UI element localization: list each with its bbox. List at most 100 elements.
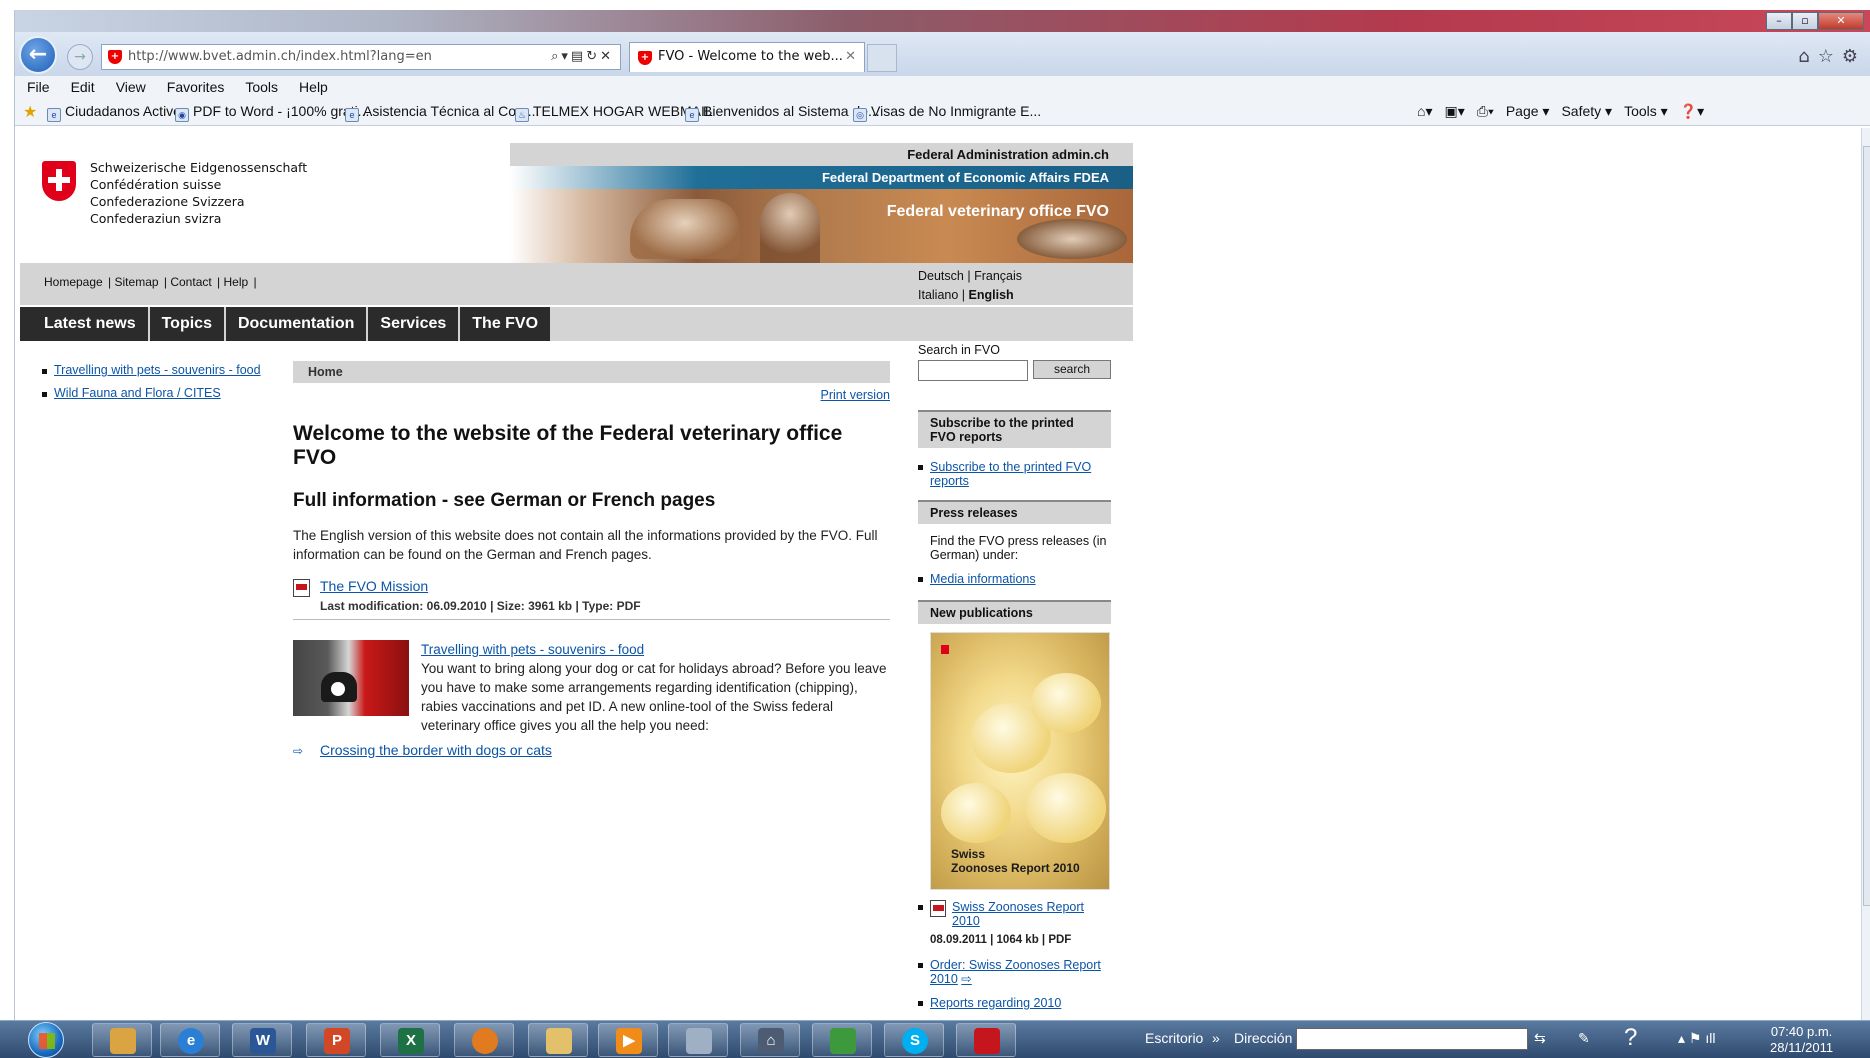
crossing-border-link[interactable]: Crossing the border with dogs or cats — [320, 742, 552, 758]
window-controls: – ▫ ✕ — [1766, 12, 1864, 30]
address-tools-icons[interactable]: ⌕▾▤↻✕ — [551, 45, 614, 69]
scrollbar-thumb[interactable] — [1863, 146, 1870, 906]
go-icon[interactable]: ⇆ — [1534, 1030, 1546, 1047]
tab-fvo[interactable]: + FVO - Welcome to the web... ✕ — [629, 42, 865, 72]
search-input[interactable] — [918, 360, 1028, 381]
nav-latest-news[interactable]: Latest news — [20, 307, 148, 341]
nav-the-fvo[interactable]: The FVO — [460, 307, 551, 341]
left-nav-cites-link[interactable]: Wild Fauna and Flora / CITES — [54, 386, 221, 400]
favorite-label: Asistencia Técnica al Com... — [363, 103, 540, 119]
start-button[interactable] — [28, 1022, 64, 1058]
search-button[interactable]: search — [1033, 360, 1111, 379]
home-taskbar-button[interactable]: ⌂ — [740, 1023, 800, 1057]
command-tools[interactable]: Tools ▾ — [1624, 103, 1668, 119]
nav-topics[interactable]: Topics — [149, 307, 224, 341]
subscribe-link[interactable]: Subscribe to the printed FVO reports — [930, 460, 1091, 488]
favorite-item[interactable]: ◉ PDF to Word - ¡100% grati... — [175, 103, 369, 122]
ie-taskbar-button[interactable]: e — [160, 1023, 220, 1057]
lang-deutsch[interactable]: Deutsch — [918, 269, 964, 283]
address-bar[interactable]: + http://www.bvet.admin.ch/index.html?la… — [101, 44, 621, 70]
sitemap-link[interactable]: Sitemap — [115, 275, 159, 289]
fvo-mission-link[interactable]: The FVO Mission — [320, 578, 428, 594]
system-clock[interactable]: 07:40 p.m. 28/11/2011 — [1770, 1024, 1833, 1056]
nav-services[interactable]: Services — [368, 307, 459, 341]
cover-title-line: Swiss — [951, 847, 986, 861]
contact-link[interactable]: Contact — [170, 275, 211, 289]
favorite-item[interactable]: e Bienvenidos al Sistema de... — [685, 103, 880, 122]
cover-title: Swiss Zoonoses Report 2010 — [951, 847, 1080, 875]
feeds-icon[interactable]: ▣▾ — [1444, 103, 1464, 119]
vertical-scrollbar[interactable] — [1861, 128, 1870, 1046]
banner-image: Federal veterinary office FVO — [510, 189, 1133, 263]
desktop-toolbar-label[interactable]: Escritorio — [1145, 1030, 1203, 1046]
menu-help[interactable]: Help — [287, 76, 337, 95]
menu-view[interactable]: View — [104, 76, 155, 95]
favorite-item[interactable]: e Ciudadanos Activos — [47, 103, 188, 122]
order-report-link[interactable]: Order: Swiss Zoonoses Report 2010 — [930, 958, 1101, 986]
folder-taskbar-button[interactable] — [528, 1023, 588, 1057]
command-page[interactable]: Page ▾ — [1506, 103, 1550, 119]
app-taskbar-button[interactable] — [454, 1023, 514, 1057]
acrobat-taskbar-button[interactable] — [956, 1023, 1016, 1057]
home-star-gear-icons[interactable]: ⌂☆⚙ — [1798, 46, 1866, 67]
print-icon[interactable]: ⎙▾ — [1477, 103, 1494, 119]
menu-file[interactable]: File — [15, 76, 59, 95]
favorites-bar: ★ e Ciudadanos Activos ◉ PDF to Word - ¡10… — [15, 98, 1870, 126]
help-icon[interactable]: ❓▾ — [1680, 103, 1704, 119]
media-player-taskbar-button[interactable]: ▶ — [598, 1023, 658, 1057]
help-icon[interactable]: ? — [1624, 1024, 1637, 1052]
left-nav-travelling-link[interactable]: Travelling with pets - souvenirs - food — [54, 363, 261, 377]
window-titlebar: – ▫ ✕ — [15, 10, 1870, 32]
lang-francais[interactable]: Français — [974, 269, 1022, 283]
teaser-title-link[interactable]: Travelling with pets - souvenirs - food — [421, 642, 644, 657]
swiss-brand[interactable]: Schweizerische Eidgenossenschaft Confédé… — [20, 143, 520, 263]
reports-2010-link[interactable]: Reports regarding 2010 — [930, 996, 1061, 1010]
maximize-button[interactable]: ▫ — [1792, 12, 1818, 30]
subscribe-heading: Subscribe to the printed FVO reports — [918, 410, 1111, 448]
favorite-item[interactable]: ◎ Visas de No Inmigrante E... — [853, 103, 1041, 122]
green-app-taskbar-button[interactable] — [812, 1023, 872, 1057]
site-shield-icon: + — [108, 50, 122, 64]
explorer-taskbar-button[interactable] — [92, 1023, 152, 1057]
utility-links: Homepage | Sitemap | Contact | Help | — [44, 275, 257, 289]
taskbar-address-input[interactable] — [1296, 1028, 1528, 1050]
zoonoses-report-link[interactable]: Swiss Zoonoses Report 2010 — [952, 900, 1084, 928]
favorites-star-icon[interactable]: ★ — [23, 102, 37, 122]
breadcrumb[interactable]: Home — [293, 361, 890, 383]
close-window-button[interactable]: ✕ — [1818, 12, 1864, 30]
chick-image — [1026, 773, 1106, 843]
department-link[interactable]: Federal Department of Economic Affairs F… — [510, 166, 1133, 189]
nav-documentation[interactable]: Documentation — [225, 307, 367, 341]
excel-taskbar-button[interactable]: X — [380, 1023, 440, 1057]
command-safety[interactable]: Safety ▾ — [1561, 103, 1612, 119]
calculator-taskbar-button[interactable] — [668, 1023, 728, 1057]
pen-icon[interactable]: ✎ — [1578, 1030, 1590, 1047]
powerpoint-taskbar-button[interactable]: P — [306, 1023, 366, 1057]
forward-button[interactable]: → — [67, 44, 93, 70]
back-button[interactable]: ← — [19, 36, 57, 74]
favorite-item[interactable]: e Asistencia Técnica al Com... — [345, 103, 539, 122]
menu-edit[interactable]: Edit — [59, 76, 104, 95]
homepage-link[interactable]: Homepage — [44, 275, 103, 289]
tray-icons[interactable]: ▴ ⚑ ıll — [1678, 1030, 1715, 1047]
intro-text: The English version of this website does… — [293, 528, 878, 562]
header-banner: Federal Administration admin.ch Federal … — [510, 143, 1133, 263]
chevron-icon[interactable]: » — [1212, 1030, 1220, 1046]
new-tab-button[interactable] — [867, 44, 897, 72]
help-link[interactable]: Help — [224, 275, 249, 289]
admin-link[interactable]: Federal Administration admin.ch — [510, 143, 1133, 166]
media-informations-link[interactable]: Media informations — [930, 572, 1036, 586]
home-icon[interactable]: ⌂▾ — [1417, 103, 1432, 119]
brand-line: Confederaziun svizra — [90, 211, 222, 226]
dog-train-image[interactable] — [293, 640, 409, 716]
lang-italiano[interactable]: Italiano — [918, 288, 958, 302]
word-taskbar-button[interactable]: W — [232, 1023, 292, 1057]
print-version-link[interactable]: Print version — [821, 388, 890, 402]
favorite-item[interactable]: ♨ TELMEX HOGAR WEBMAIL — [515, 103, 713, 122]
minimize-button[interactable]: – — [1766, 12, 1792, 30]
tab-close-icon[interactable]: ✕ — [845, 43, 856, 71]
menu-favorites[interactable]: Favorites — [155, 76, 234, 95]
zoonoses-report-cover[interactable]: Swiss Zoonoses Report 2010 — [930, 632, 1110, 890]
menu-tools[interactable]: Tools — [233, 76, 287, 95]
skype-taskbar-button[interactable]: S — [884, 1023, 944, 1057]
